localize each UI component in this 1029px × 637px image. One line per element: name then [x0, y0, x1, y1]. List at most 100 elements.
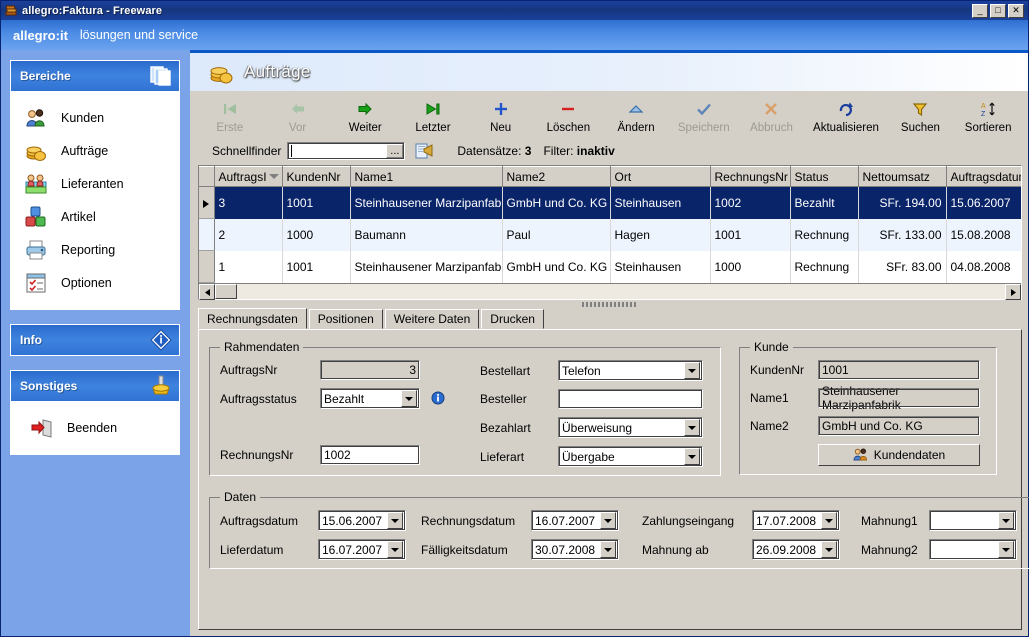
kundendaten-button[interactable]: Kundendaten [818, 444, 980, 466]
tab-positionen[interactable]: Positionen [308, 309, 383, 329]
column-header-rechnungsnr[interactable]: RechnungsNr [710, 166, 791, 187]
auftragsstatus-select[interactable]: Bezahlt [320, 388, 420, 409]
sidebar-item-lieferanten[interactable]: Lieferanten [11, 167, 179, 200]
sidebar-panel-header-sonstiges[interactable]: Sonstiges [11, 371, 179, 401]
sidebar-item-kunden[interactable]: Kunden [11, 101, 179, 134]
toolbar-button-aktualisieren[interactable]: Aktualisieren [805, 95, 886, 139]
toolbar-button-vor[interactable]: Vor [264, 95, 332, 139]
maximize-button[interactable]: □ [990, 3, 1006, 18]
field-row-zahlungseingang: Zahlungseingang 17.07.2008 [642, 510, 855, 531]
cell-ort: Steinhausen [610, 186, 711, 219]
tab-weitere-daten[interactable]: Weitere Daten [384, 309, 480, 329]
chevron-down-icon[interactable] [684, 419, 700, 436]
bezahlart-select[interactable]: Überweisung [558, 417, 703, 438]
bestellart-select[interactable]: Telefon [558, 360, 703, 381]
rechnungsnr-field[interactable]: 1002 [320, 445, 420, 465]
toolbar-label-vor: Vor [288, 122, 307, 134]
field-row-kunde-name2: Name2 GmbH und Co. KG [750, 416, 986, 436]
triangle-up-icon [628, 99, 644, 119]
sidebar-panel-info: Info [10, 324, 180, 356]
scroll-left-button[interactable] [199, 284, 215, 300]
column-header-nettoumsatz[interactable]: Nettoumsatz [858, 166, 947, 187]
toolbar-button-weiter[interactable]: Weiter [331, 95, 399, 139]
cell-nettoumsatz: SFr. 133.00 [858, 218, 947, 251]
sidebar-item-beenden[interactable]: Beenden [11, 411, 179, 444]
chevron-down-icon[interactable] [600, 541, 616, 558]
column-header-auftragsnr[interactable]: AuftragsI [214, 166, 283, 187]
chevron-down-icon[interactable] [998, 512, 1014, 529]
sidebar-item-label-lieferanten: Lieferanten [61, 176, 124, 191]
table-row[interactable]: 3 1001 Steinhausener Marzipanfabrik GmbH… [199, 186, 1021, 219]
toolbar-button-abbruch[interactable]: Abbruch [738, 95, 806, 139]
chevron-down-icon[interactable] [821, 541, 837, 558]
info-icon[interactable] [430, 391, 446, 407]
toolbar-button-letzter[interactable]: Letzter [399, 95, 467, 139]
toolbar-button-erste[interactable]: Erste [196, 95, 264, 139]
column-header-name1[interactable]: Name1 [350, 166, 503, 187]
window-controls: _ □ ✕ [972, 3, 1026, 18]
horizontal-scroll-thumb[interactable] [215, 284, 237, 299]
chevron-down-icon[interactable] [821, 512, 837, 529]
mahnung1-datepicker[interactable] [929, 510, 1017, 531]
auftragsdatum-datepicker[interactable]: 15.06.2007 [318, 510, 406, 531]
sidebar-item-auftraege[interactable]: Aufträge [11, 134, 179, 167]
chevron-down-icon[interactable] [600, 512, 616, 529]
chevron-down-icon[interactable] [998, 541, 1014, 558]
table-row[interactable]: 2 1000 Baumann Paul Hagen 1001 Rechnung … [199, 218, 1021, 251]
lieferdatum-datepicker[interactable]: 16.07.2007 [318, 539, 406, 560]
minimize-button[interactable]: _ [972, 3, 988, 18]
sidebar-panel-header-info[interactable]: Info [11, 325, 179, 355]
toolbar-button-sortieren[interactable]: A Z Sortieren [954, 95, 1022, 139]
search-input[interactable] [292, 143, 385, 159]
sidebar-item-reporting[interactable]: Reporting [11, 233, 179, 266]
chevron-down-icon[interactable] [401, 390, 417, 407]
close-button[interactable]: ✕ [1008, 3, 1024, 18]
chevron-down-icon[interactable] [684, 362, 700, 379]
next-record-icon [357, 99, 373, 119]
tab-rechnungsdaten[interactable]: Rechnungsdaten [198, 308, 307, 329]
mahnung-ab-datepicker[interactable]: 26.09.2008 [752, 539, 840, 560]
besteller-field[interactable] [558, 389, 703, 409]
column-header-kundennr[interactable]: KundenNr [282, 166, 351, 187]
rechnungsdatum-datepicker[interactable]: 16.07.2007 [531, 510, 619, 531]
field-row-kunde-kundennr: KundenNr 1001 [750, 360, 986, 380]
chevron-down-icon[interactable] [387, 541, 403, 558]
form-area: Erste Vor Weiter Letzter Neu Löschen Änd… [190, 91, 1029, 636]
row-indicator [199, 250, 215, 283]
sidebar-panel-header-bereiche[interactable]: Bereiche [11, 61, 179, 91]
bezahlart-value: Überweisung [562, 420, 633, 435]
zahlungseingang-datepicker[interactable]: 17.07.2008 [752, 510, 840, 531]
sidebar-panel-title-bereiche: Bereiche [20, 69, 71, 83]
sidebar-item-optionen[interactable]: Optionen [11, 266, 179, 299]
chevron-down-icon[interactable] [387, 512, 403, 529]
toolbar-button-aendern[interactable]: Ändern [602, 95, 670, 139]
splitter-handle[interactable] [190, 300, 1028, 308]
ellipsis-button[interactable]: ... [386, 144, 404, 158]
cell-status: Bezahlt [790, 186, 859, 219]
grid-horizontal-scrollbar[interactable] [199, 283, 1021, 300]
mahnung2-datepicker[interactable] [929, 539, 1017, 560]
sidebar-item-artikel[interactable]: Artikel [11, 200, 179, 233]
horizontal-scroll-track[interactable] [237, 284, 1005, 299]
field-row-bezahlart: Bezahlart Überweisung [480, 417, 710, 438]
toolbar-button-loeschen[interactable]: Löschen [535, 95, 603, 139]
lieferart-select[interactable]: Übergabe [558, 446, 703, 467]
toolbar-label-aktualisieren: Aktualisieren [813, 122, 879, 134]
records-grid[interactable]: AuftragsI KundenNr Name1 Name2 Ort Rechn… [198, 165, 1022, 300]
tab-drucken[interactable]: Drucken [481, 309, 544, 329]
toolbar-button-neu[interactable]: Neu [467, 95, 535, 139]
column-header-status[interactable]: Status [790, 166, 859, 187]
quick-finder-input-group[interactable]: ... [287, 142, 406, 160]
toolbar-button-speichern[interactable]: Speichern [670, 95, 738, 139]
scroll-right-button[interactable] [1005, 284, 1021, 300]
column-header-name2[interactable]: Name2 [502, 166, 611, 187]
chevron-down-icon[interactable] [684, 448, 700, 465]
filter-clipboard-icon[interactable] [415, 143, 433, 159]
column-header-ort[interactable]: Ort [610, 166, 711, 187]
toolbar-button-suchen[interactable]: Suchen [887, 95, 955, 139]
table-row[interactable]: 1 1001 Steinhausener Marzipanfabrik GmbH… [199, 250, 1021, 283]
column-header-auftragsdatum[interactable]: Auftragsdatum [946, 166, 1021, 187]
label-faelligkeitsdatum: Fälligkeitsdatum [421, 542, 508, 557]
cell-status: Rechnung [790, 250, 859, 283]
faelligkeitsdatum-datepicker[interactable]: 30.07.2008 [531, 539, 619, 560]
